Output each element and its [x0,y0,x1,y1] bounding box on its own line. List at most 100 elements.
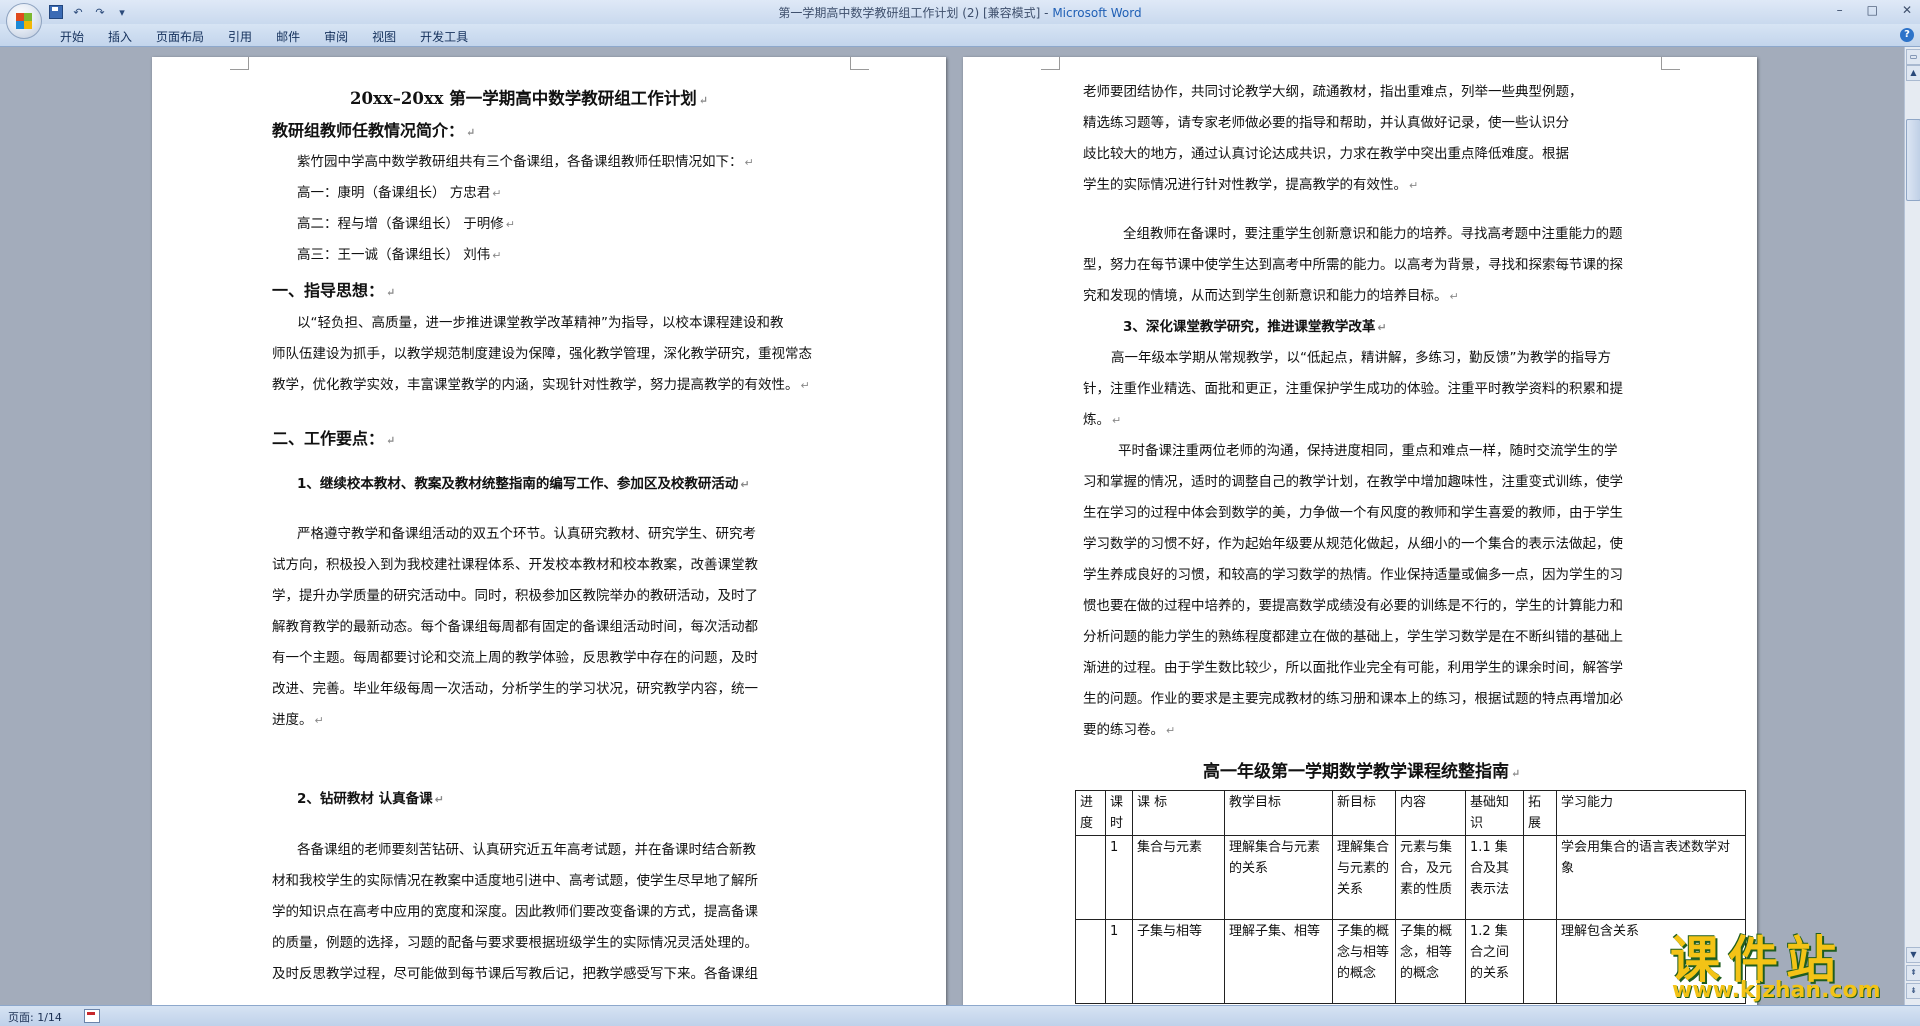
paragraph-line: 要的练习卷。 ↵ [1083,722,1176,738]
paragraph-line: 教学，优化教学实效，丰富课堂教学的内涵，实现针对性教学，努力提高教学的有效性。 ↵ [272,377,810,393]
table-cell: 理解集合与元素的关系 [1332,835,1396,920]
paragraph-line: 针，注重作业精选、面批和更正，注重保护学生成功的体验。注重平时教学资料的积累和提 [1083,381,1623,397]
document-title: 20xx–20xx 第一学期高中数学教研组工作计划 ↵ [350,89,708,108]
maximize-button[interactable]: □ [1867,3,1878,17]
table-title: 高一年级第一学期数学教学课程统整指南 ↵ [1203,762,1521,782]
next-page-icon[interactable]: ⇟ [1906,983,1920,999]
paragraph-line: 渐进的过程。由于学生数比较少，所以面批作业完全有可能，利用学生的课余时间，解答学 [1083,660,1623,676]
tab-view[interactable]: 视图 [360,26,408,47]
document-page-1[interactable]: 20xx–20xx 第一学期高中数学教研组工作计划 ↵ 教研组教师任教情况简介： ↵… [152,57,946,1005]
table-cell: 集合与元素 [1132,835,1225,920]
table-cell [1075,835,1106,920]
scrollbar-thumb[interactable] [1906,119,1920,201]
tab-home[interactable]: 开始 [48,26,96,47]
tab-references[interactable]: 引用 [216,26,264,47]
table-header-cell: 基础知识 [1465,790,1524,836]
paragraph-line: 高三：王一诚（备课组长） 刘伟 ↵ [297,247,502,263]
scroll-down-icon[interactable]: ▼ [1906,947,1920,963]
previous-page-icon[interactable]: ⇞ [1906,965,1920,981]
tab-review[interactable]: 审阅 [312,26,360,47]
table-cell: 理解集合与元素的关系 [1224,835,1333,920]
customize-qat-icon[interactable]: ▾ [114,4,130,20]
proofing-icon[interactable] [84,1009,100,1023]
paragraph-line: 歧比较大的地方，通过认真讨论达成共识，力求在教学中突出重点降低难度。根据 [1083,146,1569,162]
table-cell [1523,835,1557,920]
close-button[interactable]: ✕ [1902,3,1912,17]
redo-icon[interactable]: ↷ [92,4,108,20]
paragraph-line: 惯也要在做的过程中培养的，要提高数学成绩没有必要的训练是不行的，学生的计算能力和 [1083,598,1623,614]
table-cell [1523,919,1557,1004]
help-icon[interactable]: ? [1900,28,1914,42]
paragraph-line: 紫竹园中学高中数学教研组共有三个备课组，各备课组教师任职情况如下： ↵ [297,154,754,170]
table-cell: 学会用集合的语言表述数学对象 [1556,835,1746,920]
window-title: 第一学期高中数学教研组工作计划 (2) [兼容模式] - Microsoft W… [0,4,1920,21]
table-header-cell: 教学目标 [1224,790,1333,836]
paragraph-line: 究和发现的情境，从而达到学生创新意识和能力的培养目标。 ↵ [1083,288,1459,304]
paragraph-line: 解教育教学的最新动态。每个备课组每周都有固定的备课组活动时间，每次活动都 [272,619,758,635]
table-header-row: 进度 课时 课 标 教学目标 新目标 内容 基础知识 拓展 学习能力 [1075,790,1746,836]
subsection-heading: 2、钻研教材 认真备课 ↵ [297,791,444,807]
paragraph-line: 平时备课注重两位老师的沟通，保持进度相同，重点和难点一样，随时交流学生的学 [1118,443,1618,459]
paragraph-line: 炼。 ↵ [1083,412,1122,428]
subsection-heading: 3、深化课堂教学研究，推进课堂教学改革 ↵ [1123,319,1387,335]
table-header-cell: 课时 [1105,790,1133,836]
minimize-button[interactable]: – [1837,3,1843,17]
paragraph-line: 分析问题的能力学生的熟练程度都建立在做的基础上，学生学习数学是在不断纠错的基础上 [1083,629,1623,645]
paragraph-line: 的质量，例题的选择，习题的配备与要求要根据班级学生的实际情况灵活处理的。 [272,935,758,951]
site-watermark-logo: 课件站 www.kjzhan.com [1670,920,1900,1005]
table-cell: 子集与相等 [1132,919,1225,1004]
paragraph-line: 生在学习的过程中体会到数学的美，力争做一个有风度的教师和学生喜爱的教师，由于学生 [1083,505,1623,521]
table-cell: 元素与集合，及元素的性质 [1395,835,1466,920]
office-button[interactable] [6,3,42,39]
paragraph-line: 以“轻负担、高质量，进一步推进课堂教学改革精神”为指导，以校本课程建设和教 [297,315,784,331]
quick-access-toolbar: ↶ ↷ ▾ [48,3,130,21]
paragraph-line: 学，提升办学质量的研究活动中。同时，积极参加区教院举办的教研活动，及时了 [272,588,758,604]
undo-icon[interactable]: ↶ [70,4,86,20]
table-header-cell: 课 标 [1132,790,1225,836]
paragraph-line: 学的知识点在高考中应用的宽度和深度。因此教师们要改变备课的方式，提高备课 [272,904,758,920]
paragraph-line: 全组教师在备课时，要注重学生创新意识和能力的培养。寻找高考题中注重能力的题 [1123,226,1623,242]
margin-corner-mark [1661,57,1680,70]
section-heading-work-points: 二、工作要点： ↵ [272,429,396,448]
paragraph-line: 高二：程与增（备课组长） 于明修 ↵ [297,216,516,232]
tab-insert[interactable]: 插入 [96,26,144,47]
vertical-scrollbar[interactable]: ▭ ▲ ▼ ⇞ ⇟ [1904,47,1920,1005]
paragraph-line: 学生的实际情况进行针对性教学，提高教学的有效性。 ↵ [1083,177,1419,193]
paragraph-line: 学生养成良好的习惯，和较高的学习数学的热情。作业保持适量或偏多一点，因为学生的习 [1083,567,1623,583]
ribbon-tabs: 开始 插入 页面布局 引用 邮件 审阅 视图 开发工具 [48,26,480,47]
table-header-cell: 进度 [1075,790,1106,836]
table-row: 1 集合与元素 理解集合与元素的关系 理解集合与元素的关系 元素与集合，及元素的… [1075,835,1746,920]
save-icon[interactable] [48,4,64,20]
table-cell: 1.1 集合及其表示法 [1465,835,1524,920]
paragraph-line: 试方向，积极投入到为我校建社课程体系、开发校本教材和校本教案，改善课堂教 [272,557,758,573]
paragraph-line: 各备课组的老师要刻苦钻研、认真研究近五年高考试题，并在备课时结合新教 [297,842,756,858]
window-title-document: 第一学期高中数学教研组工作计划 (2) [兼容模式] - [778,6,1053,20]
table-header-cell: 学习能力 [1556,790,1746,836]
table-cell: 1 [1105,919,1133,1004]
table-cell [1075,919,1106,1004]
document-workspace: 20xx–20xx 第一学期高中数学教研组工作计划 ↵ 教研组教师任教情况简介： ↵… [0,47,1905,1005]
scroll-up-icon[interactable]: ▲ [1906,65,1920,81]
table-cell: 1 [1105,835,1133,920]
window-controls: – □ ✕ [1837,3,1912,17]
margin-corner-mark [850,57,869,70]
paragraph-line: 高一：康明（备课组长） 方忠君 ↵ [297,185,502,201]
status-bar: 页面: 1/14 [0,1005,1920,1026]
paragraph-line: 精选练习题等，请专家老师做必要的指导和帮助，并认真做好记录，使一些认识分 [1083,115,1569,131]
section-heading-guiding-ideas: 一、指导思想： ↵ [272,281,396,300]
margin-corner-mark [230,57,249,70]
table-cell: 理解子集、相等 [1224,919,1333,1004]
tab-mailings[interactable]: 邮件 [264,26,312,47]
page-number-status[interactable]: 页面: 1/14 [8,1009,62,1025]
paragraph-line: 高一年级本学期从常规教学，以“低起点，精讲解，多练习，勤反馈”为教学的指导方 [1111,350,1611,366]
tab-page-layout[interactable]: 页面布局 [144,26,216,47]
tab-developer[interactable]: 开发工具 [408,26,480,47]
ruler-toggle-icon[interactable]: ▭ [1906,49,1920,65]
table-cell: 子集的概念与相等的概念 [1332,919,1396,1004]
title-bar: ↶ ↷ ▾ 第一学期高中数学教研组工作计划 (2) [兼容模式] - Micro… [0,0,1920,39]
ribbon-tab-bar: 开始 插入 页面布局 引用 邮件 审阅 视图 开发工具 ? [0,24,1920,47]
paragraph-line: 习和掌握的情况，适时的调整自己的教学计划，在教学中增加趣味性，注重变式训练，使学 [1083,474,1623,490]
document-page-2[interactable]: 老师要团结协作，共同讨论教学大纲，疏通教材，指出重难点，列举一些典型例题， 精选… [963,57,1757,1005]
paragraph-line: 进度。 ↵ [272,712,324,728]
paragraph-line: 师队伍建设为抓手，以教学规范制度建设为保障，强化教学管理，深化教学研究，重视常态 [272,346,812,362]
